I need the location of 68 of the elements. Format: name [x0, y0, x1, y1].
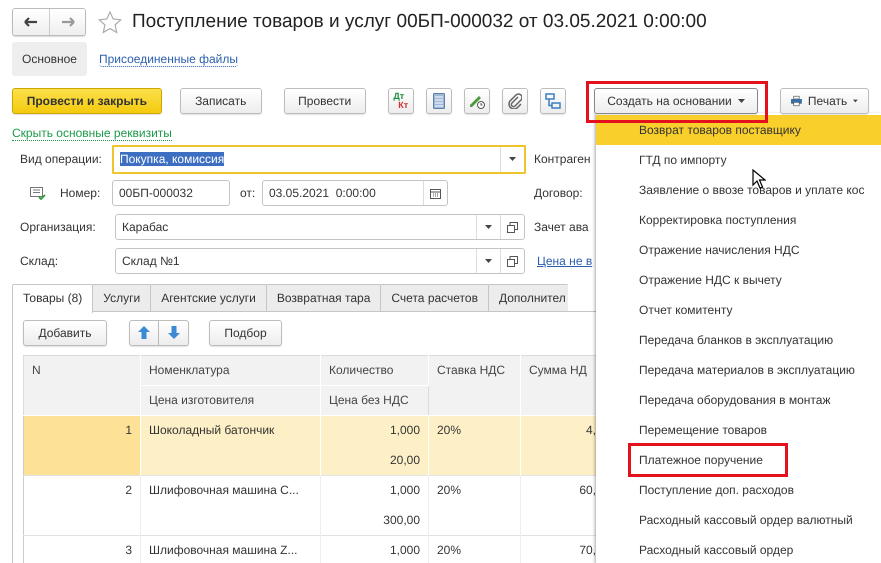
table-cell: 1,000	[320, 536, 428, 563]
tab[interactable]: Агентские услуги	[150, 284, 267, 311]
tab[interactable]: Возвратная тара	[266, 284, 382, 311]
table-cell: 1,000	[320, 476, 428, 506]
menu-item[interactable]: Передача оборудования в монтаж	[639, 393, 830, 407]
row-number: 2	[24, 476, 140, 536]
toolbar-button[interactable]: Записать	[180, 88, 262, 114]
row-number: 1	[24, 416, 140, 476]
table-cell: 20%	[428, 476, 520, 536]
table-cell: 1,000	[320, 416, 428, 446]
menu-item[interactable]: Передача бланков в эксплуатацию	[639, 333, 834, 347]
row-number: 3	[24, 536, 140, 563]
post-and-close-button[interactable]: Провести и закрыть	[12, 88, 162, 114]
menu-item[interactable]: Передача материалов в эксплуатацию	[639, 363, 855, 377]
toolbar-button[interactable]: Провести	[284, 88, 366, 114]
price-link[interactable]: Цена не в	[537, 254, 592, 268]
column-header: Номенклатура	[140, 356, 320, 386]
table-cell: 20%	[428, 536, 520, 563]
field-label: Склад:	[20, 254, 60, 268]
menu-item[interactable]: Расходный кассовый ордер	[639, 543, 794, 557]
table-cell: Шоколадный батончик	[140, 416, 320, 446]
column-header: Цена изготовителя	[140, 386, 320, 416]
table-cell: Шлифовочная машина Z...	[140, 536, 320, 563]
menu-item[interactable]: Перемещение товаров	[639, 423, 767, 437]
field-label: Зачет ава	[534, 220, 589, 234]
column-header: Количество	[320, 356, 428, 386]
hide-details-link[interactable]: Скрыть основные реквизиты	[12, 126, 172, 141]
menu-item[interactable]: Отчет комитенту	[639, 303, 732, 317]
field-label: от:	[240, 186, 256, 200]
print-button[interactable]: Печать	[780, 88, 870, 114]
column-header: Сумма НД	[520, 356, 596, 416]
column-header: Ставка НДС	[428, 356, 520, 416]
menu-item[interactable]: ГТД по импорту	[639, 153, 727, 167]
menu-item[interactable]: Расходный кассовый ордер валютный	[639, 513, 853, 527]
debit-credit-button[interactable]: Дт Кт	[388, 88, 414, 114]
field-label: Договор:	[534, 186, 583, 200]
field-label: Организация:	[20, 220, 97, 234]
menu-item[interactable]: Отражение начисления НДС	[639, 243, 800, 257]
date-field[interactable]: 03.05.2021 0:00:00	[262, 180, 448, 206]
section-tab[interactable]: Основное	[12, 42, 87, 76]
menu-item[interactable]: Отражение НДС к вычету	[639, 273, 782, 287]
tab[interactable]: Услуги	[92, 284, 152, 311]
tab[interactable]: Счета расчетов	[380, 284, 489, 311]
organization-field[interactable]: Карабас	[115, 214, 525, 240]
menu-item[interactable]: Корректировка поступления	[639, 213, 796, 227]
warehouse-field[interactable]: Склад №1	[115, 248, 525, 274]
menu-item[interactable]: Поступление доп. расходов	[639, 483, 794, 497]
field-label: Номер:	[60, 186, 102, 200]
table-cell: 20%	[428, 416, 520, 476]
number-field[interactable]: 00БП-000032	[112, 180, 230, 206]
column-header: Цена без НДС	[320, 386, 428, 416]
window-title: Поступление товаров и услуг 00БП-000032 от 03.05.2021 0:00:00	[132, 11, 707, 33]
column-header: N	[24, 356, 140, 416]
add-button[interactable]: Добавить	[23, 320, 107, 346]
table-cell: 4,	[520, 416, 596, 476]
tab[interactable]: Дополнител	[488, 284, 568, 311]
field-label: Контраген	[534, 152, 591, 166]
section-tab[interactable]: Присоединенные файлы	[98, 52, 238, 66]
tab[interactable]: Товары (8)	[12, 284, 94, 313]
pick-button[interactable]: Подбор	[209, 320, 282, 346]
table-cell: 20,00	[320, 446, 428, 476]
menu-item[interactable]: Платежное поручение	[639, 453, 763, 467]
table-cell: Шлифовочная машина С...	[140, 476, 320, 506]
operation-type-field[interactable]: Покупка, комиссия	[112, 144, 526, 174]
table-cell: 300,00	[320, 506, 428, 536]
field-label: Вид операции:	[20, 152, 103, 166]
menu-item[interactable]: Заявление о ввозе товаров и уплате кос	[639, 183, 864, 197]
create-based-on-button[interactable]: Создать на основании	[594, 88, 758, 114]
